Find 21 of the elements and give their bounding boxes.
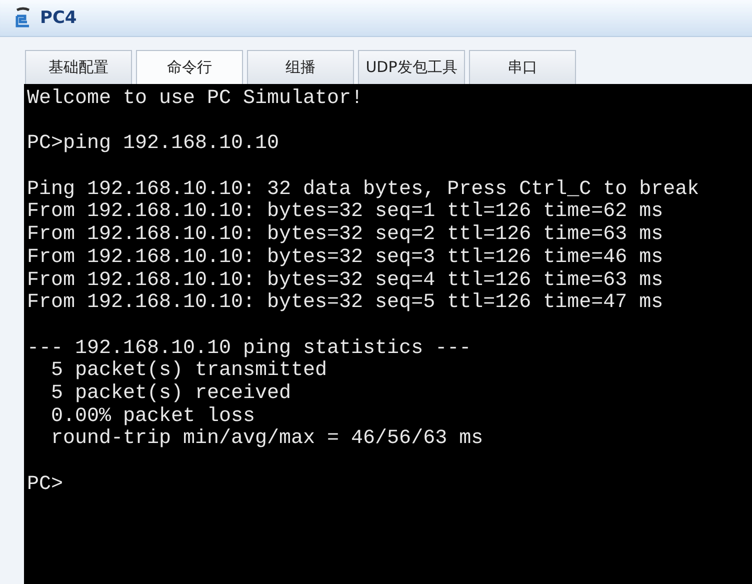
tab[interactable]: 基础配置: [25, 50, 132, 84]
console-line: round-trip min/avg/max = 46/56/63 ms: [50, 428, 484, 451]
console-line: PC>ping 192.168.10.10: [27, 133, 280, 156]
tab[interactable]: 组播: [247, 50, 354, 84]
console-line: Welcome to use PC Simulator!: [27, 88, 364, 111]
terminal-console[interactable]: [24, 84, 752, 584]
tab[interactable]: UDP发包工具: [358, 50, 465, 84]
console-line: 5 packet(s) received: [50, 382, 292, 406]
console-line: 5 packet(s) transmitted: [50, 360, 328, 383]
console-line: From 192.168.10.10: bytes=32 seq=3 ttl=126 time=46 ms: [27, 246, 664, 270]
console-line: From 192.168.10.10: bytes=32 seq=4 ttl=126 time=63 ms: [27, 270, 664, 292]
tab[interactable]: 命令行: [136, 50, 243, 84]
window-title: PC4: [40, 8, 77, 28]
console-line: 0.00% packet loss: [50, 406, 256, 428]
console-line: Ping 192.168.10.10: 32 data bytes, Press Ctrl_C to break: [27, 178, 700, 202]
console-line: From 192.168.10.10: bytes=32 seq=5 ttl=126 time=47 ms: [27, 292, 664, 315]
console-line: --- 192.168.10.10 ping statistics ---: [27, 338, 472, 360]
console-line: From 192.168.10.10: bytes=32 seq=2 ttl=126 time=63 ms: [27, 224, 664, 247]
console-line: From 192.168.10.10: bytes=32 seq=1 ttl=126 time=62 ms: [27, 201, 664, 224]
tab[interactable]: 串口: [469, 50, 576, 84]
console-line: PC>: [27, 474, 64, 496]
